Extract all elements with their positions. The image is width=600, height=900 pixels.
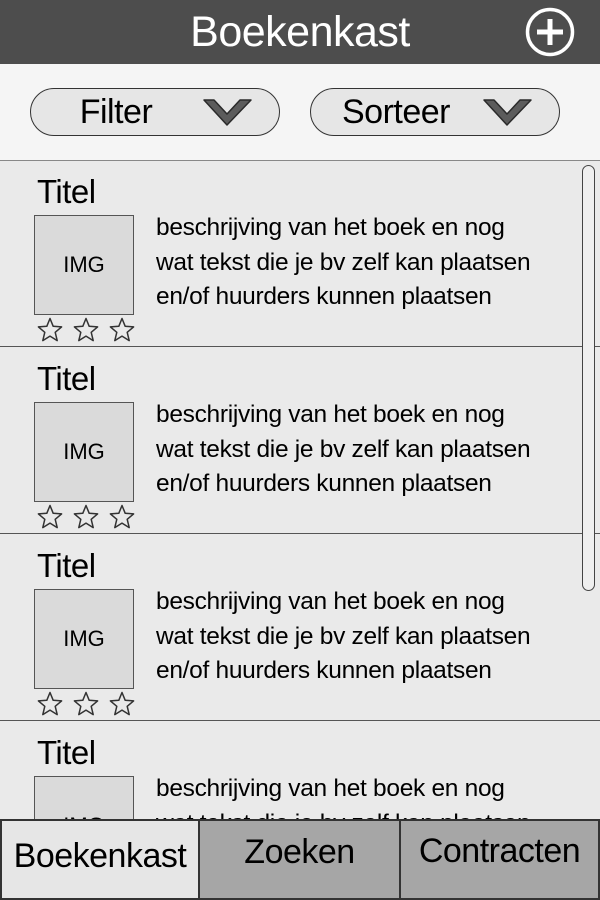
book-title: Titel — [37, 173, 96, 210]
rating-stars[interactable] — [37, 317, 145, 348]
chevron-down-icon — [203, 99, 252, 126]
book-title: Titel — [37, 360, 96, 397]
rating-stars[interactable] — [37, 504, 145, 535]
book-list[interactable]: Titel IMG beschrijving van het boek en nog… — [0, 161, 600, 819]
book-description: beschrijving van het boek en nog wat teks… — [156, 772, 576, 819]
rating-stars[interactable] — [37, 691, 145, 722]
filter-sort-toolbar: Filter Sorteer — [0, 64, 600, 161]
filter-label: Filter — [79, 93, 153, 131]
description-line: wat tekst die je bv zelf kan plaatsen — [156, 622, 531, 650]
description-line: beschrijving van het boek en nog — [156, 401, 505, 428]
book-cover-image: IMG — [34, 776, 134, 819]
description-line: beschrijving van het boek en nog — [156, 588, 505, 615]
book-description: beschrijving van het boek en nog wat teks… — [156, 398, 576, 502]
star-icon[interactable] — [109, 691, 135, 717]
star-icon[interactable] — [37, 504, 63, 530]
book-description: beschrijving van het boek en nog wat teks… — [156, 211, 576, 315]
sort-label: Sorteer — [342, 93, 451, 131]
book-list-item[interactable]: TitelIMGbeschrijving van het boek en nog… — [0, 535, 600, 721]
description-line: beschrijving van het boek en nog — [156, 775, 505, 802]
star-icon[interactable] — [73, 317, 99, 343]
book-list-item[interactable]: Titel IMG beschrijving van het boek en nog… — [0, 722, 600, 819]
book-list-item[interactable]: TitelIMGbeschrijving van het boek en nog… — [0, 348, 600, 534]
filter-dropdown[interactable]: Filter — [30, 88, 280, 136]
bottom-tab-bar: Boekenkast Zoeken Contracten — [0, 819, 600, 900]
star-icon[interactable] — [73, 691, 99, 717]
tab-zoeken[interactable]: Zoeken — [198, 819, 401, 900]
book-title: Titel — [37, 547, 96, 584]
tab-label: Contracten — [418, 832, 581, 870]
tab-contracten[interactable]: Contracten — [399, 819, 600, 900]
description-line: wat tekst die je bv zelf kan plaatsen — [156, 248, 531, 276]
tab-label: Zoeken — [244, 833, 355, 871]
plus-circle-icon — [525, 7, 575, 57]
book-title: Titel — [37, 734, 96, 771]
book-cover-image: IMG — [34, 215, 134, 315]
add-book-button[interactable] — [525, 7, 575, 57]
description-line: wat tekst die je bv zelf kan plaatsen — [156, 807, 576, 820]
star-icon[interactable] — [109, 317, 135, 343]
description-line: en/of huurders kunnen plaatsen — [156, 657, 492, 684]
description-line: en/of huurders kunnen plaatsen — [156, 283, 492, 310]
sort-dropdown[interactable]: Sorteer — [310, 88, 560, 136]
book-cover-image: IMG — [34, 402, 134, 502]
app-header: Boekenkast — [0, 0, 600, 64]
book-cover-image: IMG — [34, 589, 134, 689]
scrollbar[interactable] — [582, 165, 595, 591]
tab-label: Boekenkast — [13, 837, 187, 875]
star-icon[interactable] — [73, 504, 99, 530]
star-icon[interactable] — [109, 504, 135, 530]
star-icon[interactable] — [37, 691, 63, 717]
description-line: wat tekst die je bv zelf kan plaatsen — [156, 435, 531, 463]
book-list-item[interactable]: TitelIMGbeschrijving van het boek en nog… — [0, 161, 600, 347]
page-title: Boekenkast — [190, 8, 410, 56]
chevron-down-icon — [483, 99, 532, 126]
description-line: beschrijving van het boek en nog — [156, 214, 505, 241]
description-line: en/of huurders kunnen plaatsen — [156, 470, 492, 497]
star-icon[interactable] — [37, 317, 63, 343]
book-description: beschrijving van het boek en nog wat teks… — [156, 585, 576, 689]
tab-boekenkast[interactable]: Boekenkast — [0, 819, 200, 900]
